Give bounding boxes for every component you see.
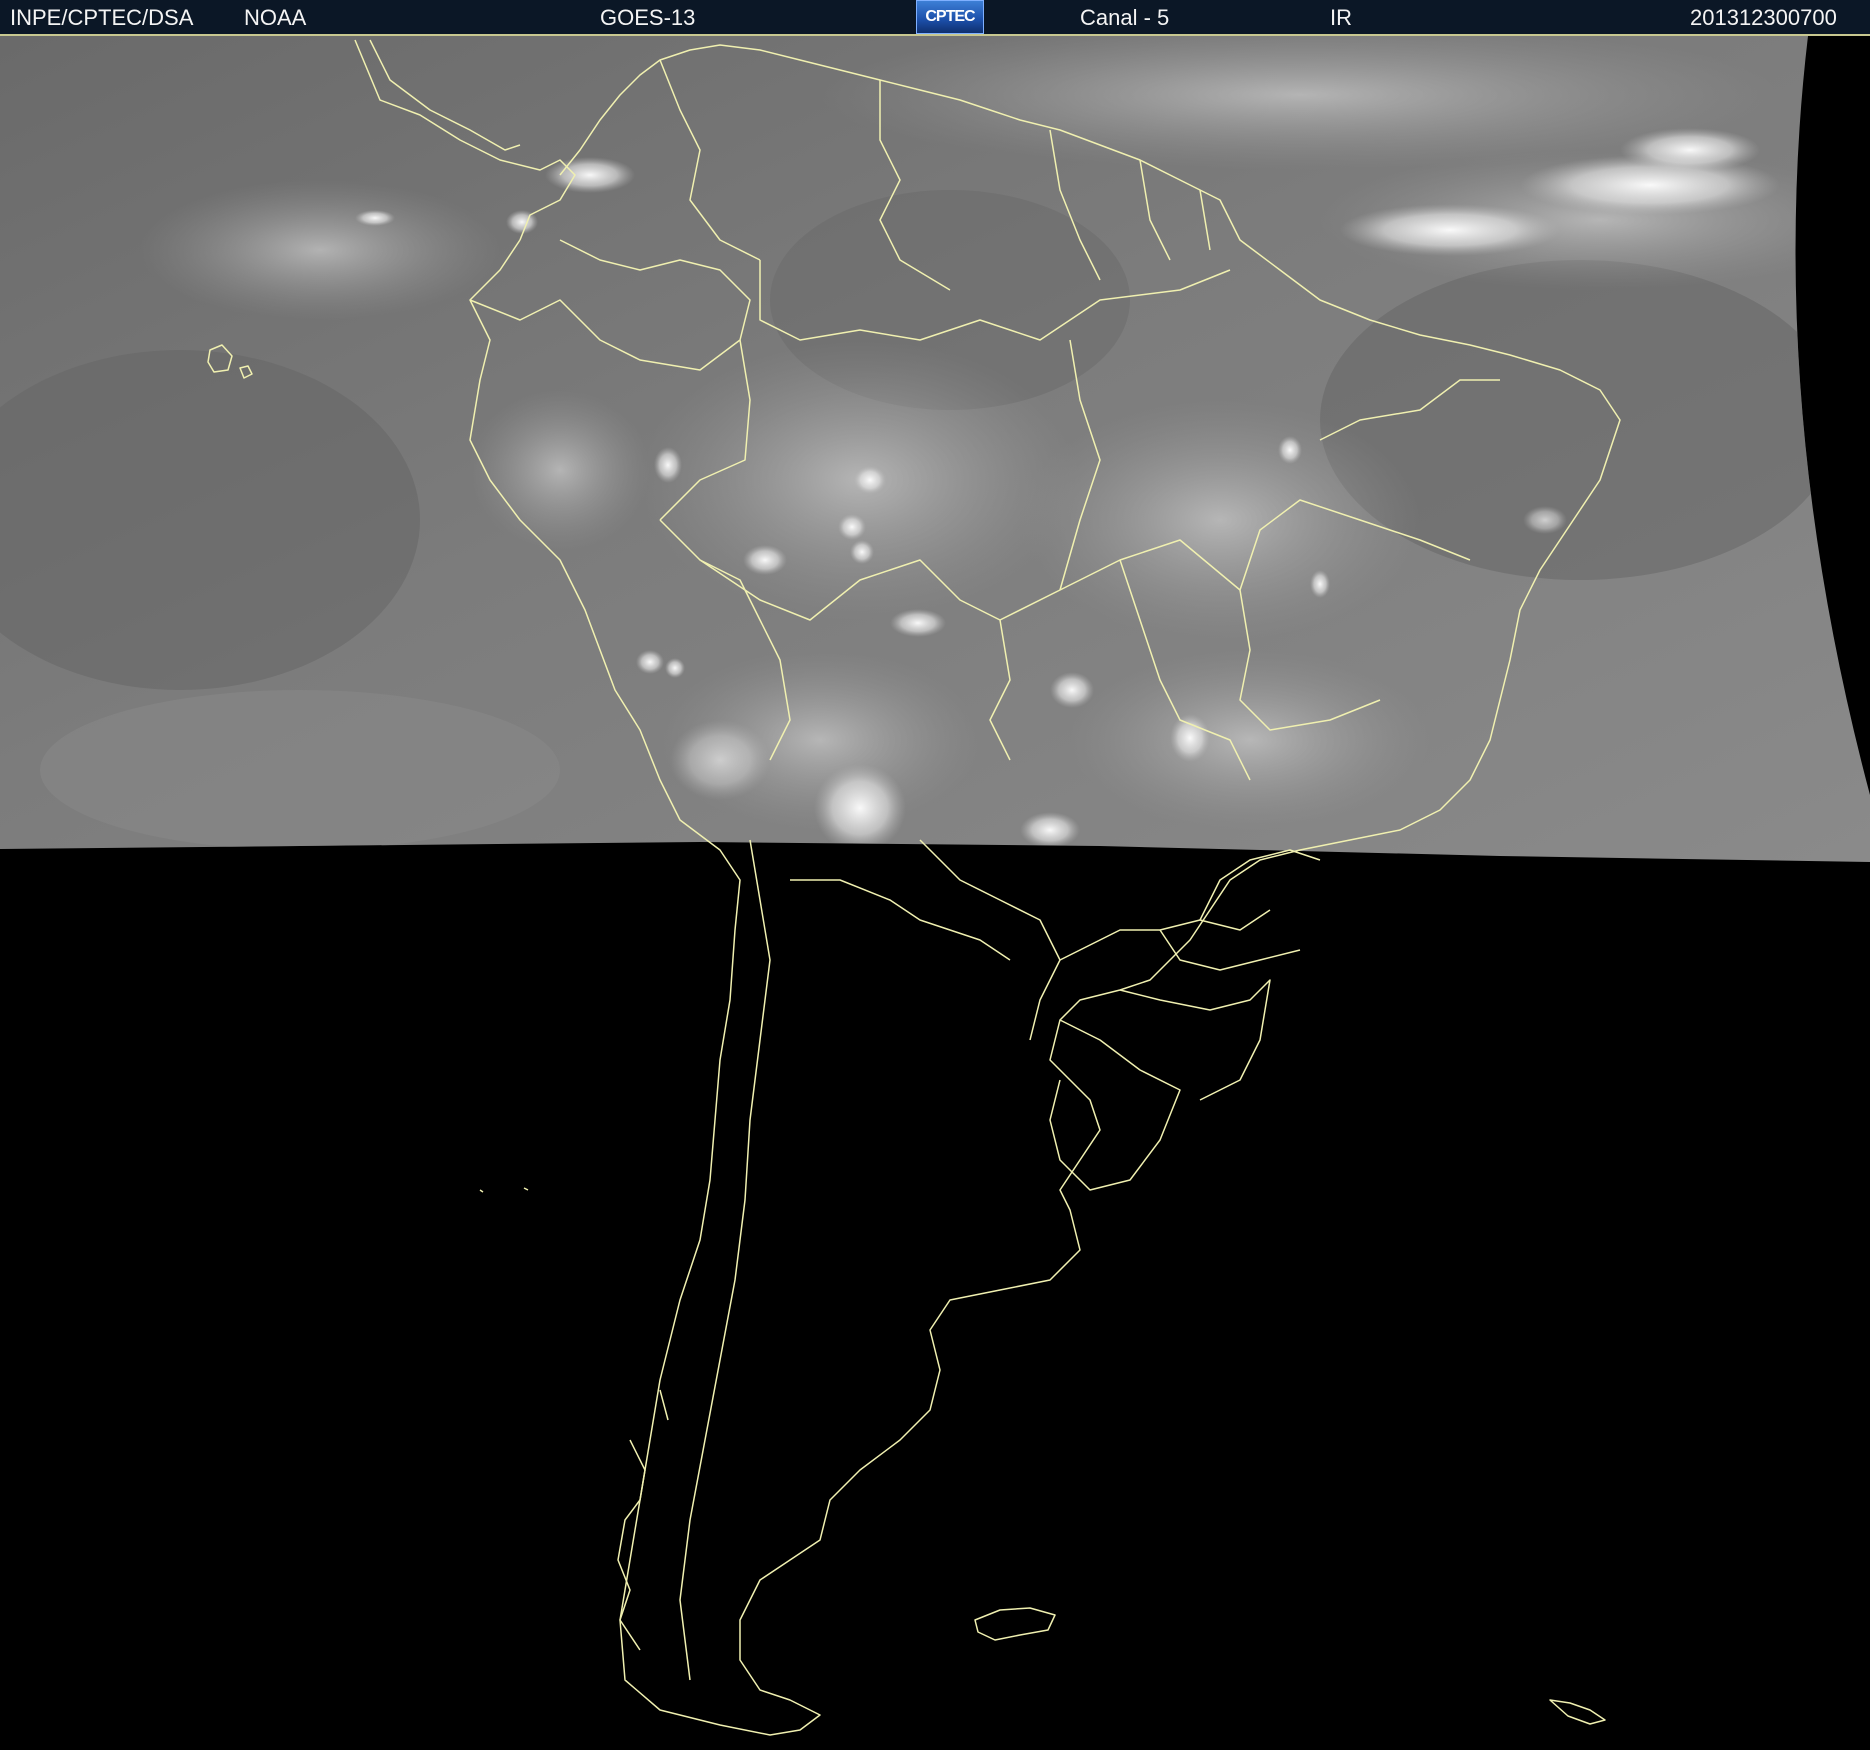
satellite-map xyxy=(0,36,1870,1750)
logo-text: CPTEC xyxy=(925,8,975,25)
timestamp-label: 201312300700 xyxy=(1690,5,1837,30)
map-svg xyxy=(0,36,1870,1736)
chiloe-patagonia-fjords xyxy=(617,1389,669,1651)
border-paraguay xyxy=(919,839,1061,1041)
falkland-islands xyxy=(974,1607,1056,1641)
border-bolivia-argentina xyxy=(790,879,1011,961)
trindade-island xyxy=(479,1187,529,1193)
border-argentina-brazil xyxy=(1059,909,1271,961)
satellite-label: GOES-13 xyxy=(600,5,696,30)
source-label: NOAA xyxy=(244,5,307,30)
agency-label: INPE/CPTEC/DSA xyxy=(10,5,194,30)
cptec-logo: CPTEC xyxy=(916,0,984,34)
south-georgia-island xyxy=(1549,1699,1606,1725)
band-label: IR xyxy=(1330,5,1352,30)
border-uruguay xyxy=(1049,1019,1181,1191)
satellite-image-page: INPE/CPTEC/DSA NOAA GOES-13 CPTEC Canal … xyxy=(0,0,1870,1750)
border-rio-grande-do-sul xyxy=(1119,979,1271,1101)
channel-label: Canal - 5 xyxy=(1080,5,1170,30)
image-header-bar: INPE/CPTEC/DSA NOAA GOES-13 CPTEC Canal … xyxy=(0,0,1870,36)
